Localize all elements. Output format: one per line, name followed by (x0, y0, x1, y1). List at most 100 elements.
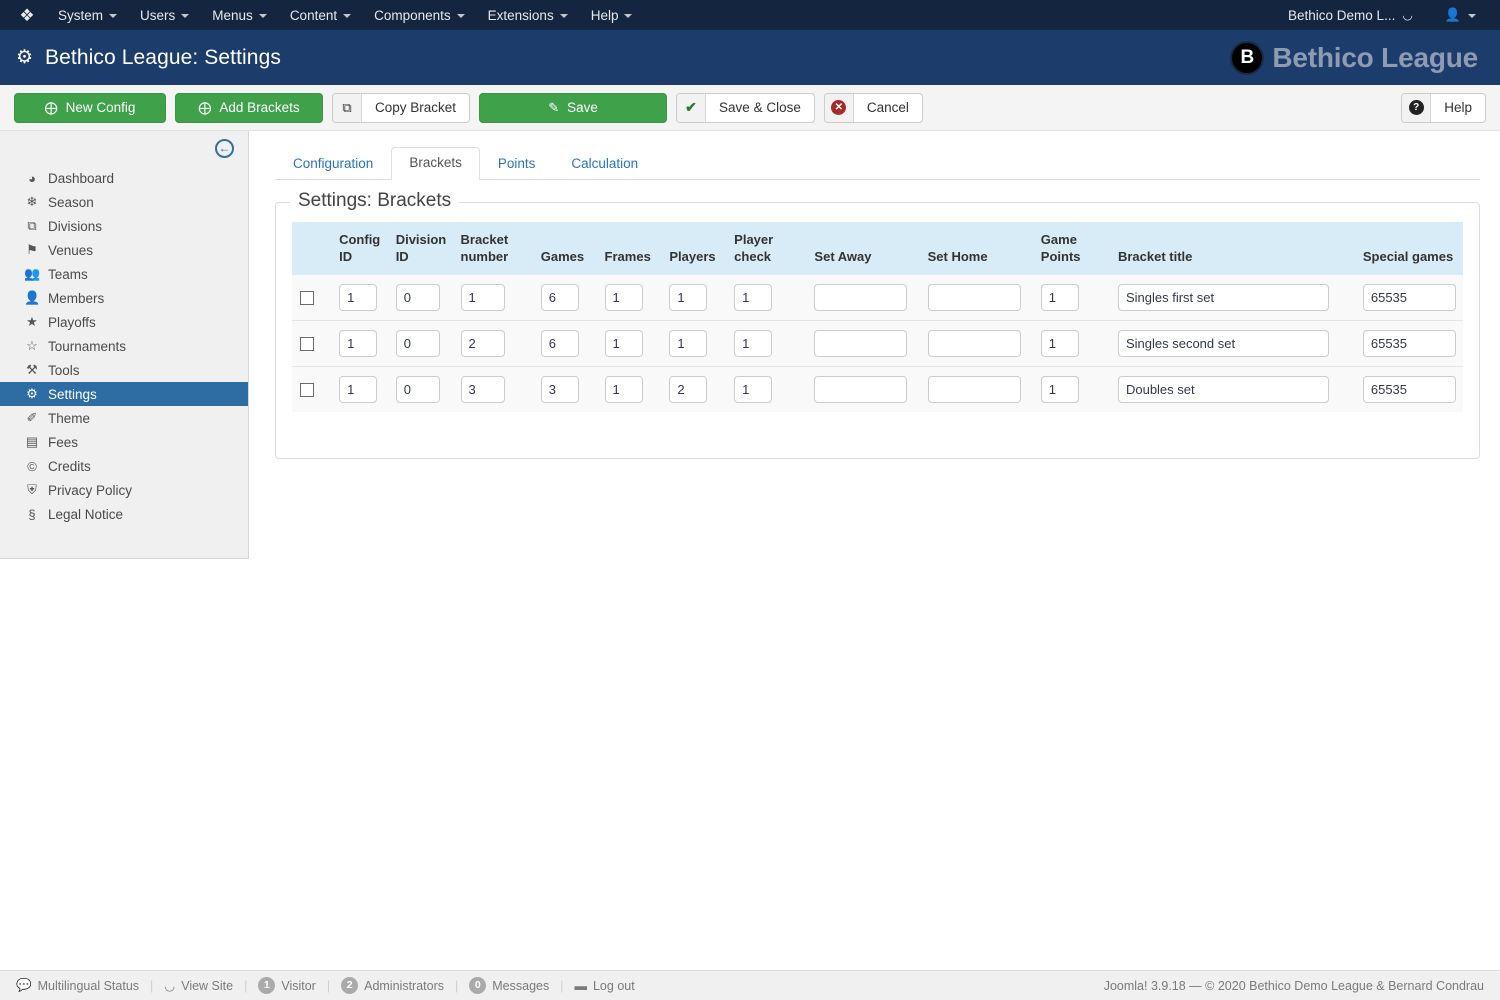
sidebar-item-venues[interactable]: ⚑ Venues (0, 238, 248, 262)
joomla-logo-icon[interactable]: ❖ (16, 4, 38, 26)
frames-input[interactable] (605, 330, 643, 357)
brand-logo: B Bethico League (1230, 41, 1484, 75)
row-checkbox[interactable] (300, 291, 314, 305)
config-id-input[interactable] (339, 330, 377, 357)
chevron-down-icon (1468, 14, 1476, 18)
sidebar-item-teams[interactable]: 👥 Teams (0, 262, 248, 286)
frames-input[interactable] (605, 284, 643, 311)
arrow-circle-left-icon[interactable]: ← (215, 139, 234, 158)
division-id-input[interactable] (396, 330, 440, 357)
bracket-title-input[interactable] (1118, 284, 1329, 311)
top-menu-item-menus[interactable]: Menus (212, 4, 281, 27)
division-id-input[interactable] (396, 284, 440, 311)
games-input[interactable] (541, 376, 579, 403)
site-name-link[interactable]: Bethico Demo L... (1288, 8, 1395, 23)
games-input[interactable] (541, 284, 579, 311)
save-button[interactable]: ✎ Save (479, 93, 667, 123)
view-site-link[interactable]: ◡ View Site (164, 978, 233, 993)
tab-brackets[interactable]: Brackets (391, 147, 480, 180)
bracket-number-input[interactable] (461, 284, 505, 311)
sidebar-item-dashboard[interactable]: ◕ Dashboard (0, 166, 248, 190)
set-home-input[interactable] (928, 376, 1021, 403)
sidebar-item-label: Divisions (48, 219, 102, 234)
game-points-input[interactable] (1041, 376, 1079, 403)
cell-set-away (806, 367, 919, 413)
external-link-icon: ◡ (164, 978, 175, 993)
tab-points[interactable]: Points (480, 148, 554, 180)
top-menu-item-system[interactable]: System (58, 4, 131, 27)
players-input[interactable] (669, 330, 707, 357)
player-check-input[interactable] (734, 330, 772, 357)
sidebar-item-fees[interactable]: ▤ Fees (0, 430, 248, 454)
config-id-input[interactable] (339, 376, 377, 403)
top-menu-item-components[interactable]: Components (374, 4, 479, 27)
set-away-input[interactable] (814, 376, 907, 403)
logout-link[interactable]: ▬ Log out (574, 979, 634, 993)
multilingual-status-link[interactable]: 💬 Multilingual Status (16, 978, 139, 993)
sidebar-item-members[interactable]: 👤 Members (0, 286, 248, 310)
snowflake-icon: ❄ (24, 194, 40, 210)
player-check-input[interactable] (734, 376, 772, 403)
visitor-count-link[interactable]: 1 Visitor (258, 977, 316, 994)
game-points-input[interactable] (1041, 284, 1079, 311)
table-head: Config ID Division ID Bracket number Gam… (292, 222, 1463, 275)
logout-icon: ▬ (574, 979, 587, 993)
top-menu-item-help[interactable]: Help (591, 4, 647, 27)
user-menu[interactable]: 👤 (1445, 7, 1476, 23)
set-home-input[interactable] (928, 284, 1021, 311)
top-menu-item-content[interactable]: Content (290, 4, 365, 27)
sidebar-item-playoffs[interactable]: ★ Playoffs (0, 310, 248, 334)
add-brackets-button[interactable]: ⨁ Add Brackets (175, 93, 323, 123)
save-close-button[interactable]: ✔ Save & Close (676, 93, 815, 123)
bracket-number-input[interactable] (461, 376, 505, 403)
save-icon: ✎ (548, 100, 559, 116)
top-menu-item-users[interactable]: Users (140, 4, 203, 27)
cancel-button[interactable]: ✕ Cancel (824, 93, 923, 123)
players-input[interactable] (669, 284, 707, 311)
bracket-number-input[interactable] (461, 330, 505, 357)
add-brackets-label: Add Brackets (219, 100, 299, 115)
administrators-count-link[interactable]: 2 Administrators (341, 977, 444, 994)
sidebar-item-legal-notice[interactable]: § Legal Notice (0, 502, 248, 526)
config-id-input[interactable] (339, 284, 377, 311)
frames-input[interactable] (605, 376, 643, 403)
external-link-icon[interactable]: ◡ (1402, 8, 1412, 22)
tab-configuration[interactable]: Configuration (275, 148, 391, 180)
sidebar-item-theme[interactable]: ✐ Theme (0, 406, 248, 430)
toolbar-right-group: ? Help (1401, 93, 1486, 123)
set-away-input[interactable] (814, 330, 907, 357)
special-games-input[interactable] (1363, 330, 1456, 357)
sidebar-item-privacy-policy[interactable]: ⛨ Privacy Policy (0, 478, 248, 502)
sidebar-item-divisions[interactable]: ⧉ Divisions (0, 214, 248, 238)
cell-config-id (331, 367, 388, 413)
sidebar-item-tools[interactable]: ⚒ Tools (0, 358, 248, 382)
copy-bracket-button[interactable]: ⧉ Copy Bracket (332, 93, 470, 123)
set-away-input[interactable] (814, 284, 907, 311)
cell-player-check (726, 275, 806, 321)
set-home-input[interactable] (928, 330, 1021, 357)
sidebar-item-settings[interactable]: ⚙ Settings (0, 382, 248, 406)
bracket-title-input[interactable] (1118, 330, 1329, 357)
games-input[interactable] (541, 330, 579, 357)
tab-calculation[interactable]: Calculation (553, 148, 656, 180)
players-input[interactable] (669, 376, 707, 403)
help-button[interactable]: ? Help (1401, 93, 1486, 123)
special-games-input[interactable] (1363, 376, 1456, 403)
cell-player-check (726, 321, 806, 367)
sidebar-item-season[interactable]: ❄ Season (0, 190, 248, 214)
section-icon: § (24, 507, 40, 522)
division-id-input[interactable] (396, 376, 440, 403)
bracket-title-input[interactable] (1118, 376, 1329, 403)
top-menu-item-extensions[interactable]: Extensions (488, 4, 582, 27)
special-games-input[interactable] (1363, 284, 1456, 311)
player-check-input[interactable] (734, 284, 772, 311)
row-checkbox[interactable] (300, 383, 314, 397)
cancel-icon: ✕ (825, 94, 854, 122)
sidebar-item-credits[interactable]: © Credits (0, 454, 248, 478)
col-header-players: Players (661, 222, 726, 275)
messages-link[interactable]: 0 Messages (469, 977, 549, 994)
game-points-input[interactable] (1041, 330, 1079, 357)
new-config-button[interactable]: ⨁ New Config (14, 93, 166, 123)
row-checkbox[interactable] (300, 337, 314, 351)
sidebar-item-tournaments[interactable]: ☆ Tournaments (0, 334, 248, 358)
